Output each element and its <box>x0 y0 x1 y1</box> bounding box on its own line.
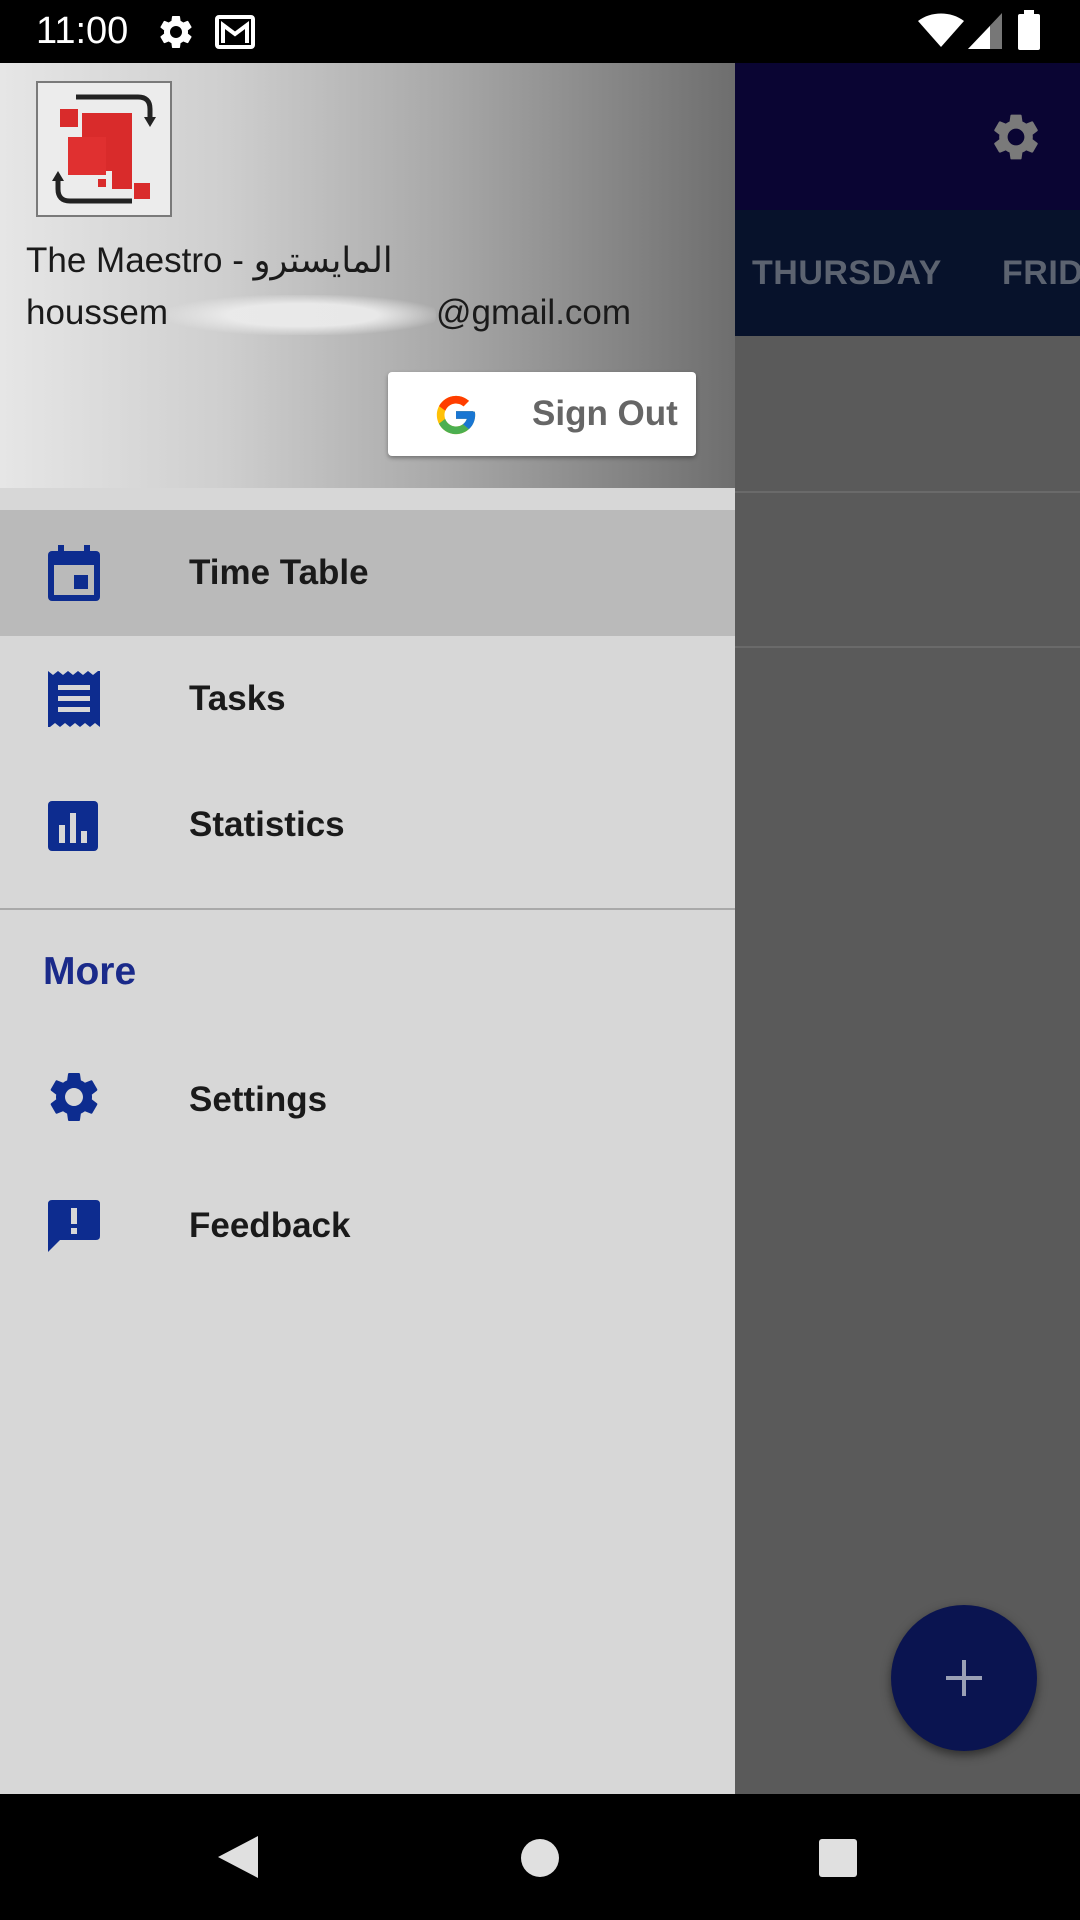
recents-icon[interactable] <box>818 1838 858 1878</box>
menu-label-settings: Settings <box>189 1080 328 1119</box>
list-divider <box>735 491 1080 493</box>
list-divider <box>735 646 1080 648</box>
settings-notification-icon <box>160 15 192 48</box>
receipt-icon <box>48 671 100 727</box>
tab-friday[interactable]: FRID <box>1002 210 1080 336</box>
menu-item-statistics[interactable]: Statistics <box>0 762 735 888</box>
calendar-icon <box>48 545 100 601</box>
menu-label-feedback: Feedback <box>189 1206 351 1245</box>
menu-label-time-table: Time Table <box>189 553 369 592</box>
menu-item-feedback[interactable]: Feedback <box>0 1163 735 1289</box>
gmail-icon <box>215 15 255 49</box>
menu-item-time-table[interactable]: Time Table <box>0 510 735 636</box>
wifi-icon <box>918 13 964 47</box>
navigation-drawer: The Maestro - المايسترو houssem @gmail.co… <box>0 63 735 1794</box>
feedback-icon <box>48 1200 100 1252</box>
settings-icon <box>50 1073 98 1121</box>
signal-icon <box>968 13 1002 49</box>
redacted-email-part <box>168 294 437 335</box>
google-icon <box>436 395 476 435</box>
email-suffix: @gmail.com <box>436 293 632 332</box>
settings-icon[interactable] <box>988 109 1044 165</box>
sign-out-button[interactable]: Sign Out <box>388 372 696 456</box>
logo-graphic <box>52 94 156 204</box>
menu-label-statistics: Statistics <box>189 805 345 844</box>
menu-item-settings[interactable]: Settings <box>0 1037 735 1163</box>
status-bar: 11:00 <box>0 0 1080 63</box>
email-prefix: houssem <box>26 293 169 332</box>
back-icon[interactable] <box>216 1834 260 1880</box>
user-email: houssem @gmail.com <box>26 293 631 335</box>
system-nav-bar <box>0 1794 1080 1920</box>
menu-item-tasks[interactable]: Tasks <box>0 636 735 762</box>
menu-label-tasks: Tasks <box>189 679 286 718</box>
drawer-header: The Maestro - المايسترو houssem @gmail.co… <box>0 63 735 488</box>
home-icon[interactable] <box>520 1838 560 1878</box>
battery-icon <box>1018 10 1040 50</box>
user-name: The Maestro - المايسترو <box>26 241 393 280</box>
drawer-divider <box>0 908 735 910</box>
bar-chart-icon <box>48 801 98 851</box>
tab-thursday[interactable]: THURSDAY <box>752 210 942 336</box>
sign-out-label: Sign Out <box>532 394 678 433</box>
plus-icon <box>946 1660 982 1696</box>
app-logo <box>36 81 172 217</box>
status-time: 11:00 <box>36 10 129 52</box>
more-section-title: More <box>43 950 137 993</box>
add-fab-button[interactable] <box>891 1605 1037 1751</box>
